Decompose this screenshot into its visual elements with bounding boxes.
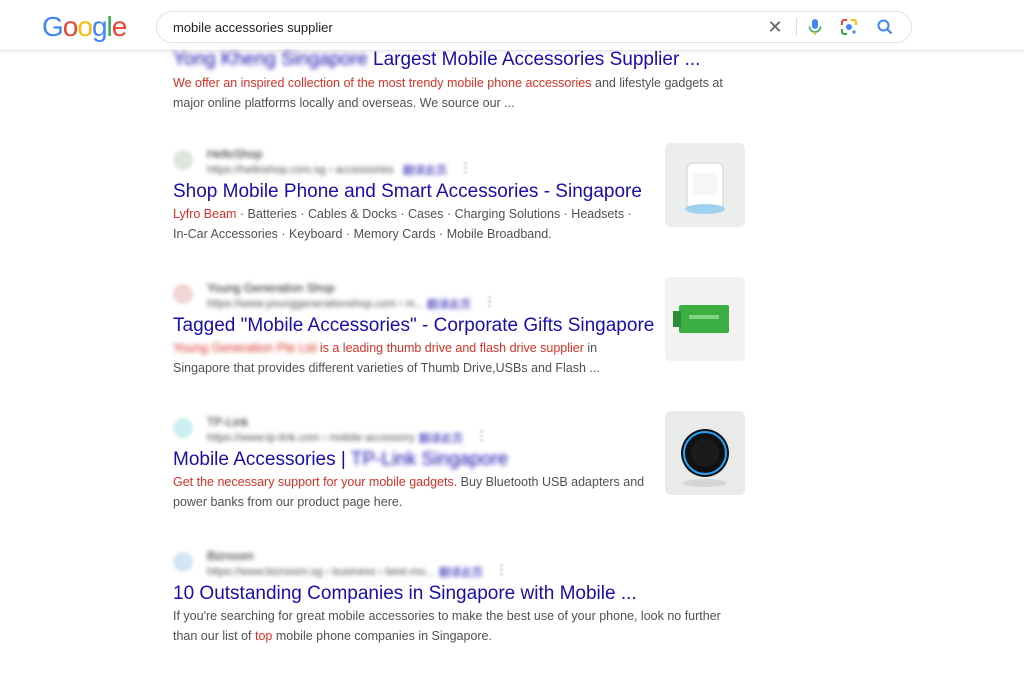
site-url: https://helloshop.com.sg › accessories (207, 164, 394, 176)
site-favicon (173, 284, 193, 304)
snippet-highlight: is a leading thumb drive and flash drive… (316, 341, 584, 355)
site-url: https://www.biznoom.sg › business › best… (207, 566, 435, 578)
search-input[interactable] (173, 18, 733, 36)
result-snippet: If you're searching for great mobile acc… (173, 606, 748, 646)
google-logo[interactable]: Google (42, 11, 127, 43)
result-snippet: Young Generation Pte Ltd is a leading th… (173, 338, 623, 378)
site-name: Young Generation Shop (207, 281, 335, 295)
site-url: https://www.younggenerationshop.com › m.… (207, 298, 425, 310)
result-thumbnail[interactable] (665, 143, 745, 227)
more-options-icon[interactable]: ⋮ (483, 294, 496, 310)
search-header: Google ✕ (0, 0, 1024, 51)
translate-link[interactable]: 翻译此页 (419, 430, 463, 446)
result-snippet: Get the necessary support for your mobil… (173, 472, 648, 512)
snippet-highlight: top (255, 629, 273, 643)
translate-link[interactable]: 翻译此页 (403, 162, 447, 178)
search-icon[interactable] (875, 17, 895, 37)
snippet-blurred: Young Generation Pte Ltd (173, 341, 317, 355)
result-thumbnail[interactable] (665, 277, 745, 361)
snippet-highlight: We offer an inspired collection of the m… (173, 76, 592, 90)
result-title-blurred: TP-Link Singapore (350, 449, 509, 470)
snippet-highlight: Get the necessary support for your mobil… (173, 475, 458, 489)
site-name: TP-Link (207, 415, 249, 429)
result-snippet: We offer an inspired collection of the m… (173, 73, 753, 113)
more-options-icon[interactable]: ⋮ (459, 160, 472, 176)
site-name: Biznoom (207, 549, 254, 563)
snippet-text: · Batteries · Cables & Docks · Cases · C… (173, 207, 632, 241)
snippet-text: mobile phone companies in Singapore. (272, 629, 492, 643)
search-box: ✕ (156, 11, 912, 43)
snippet-highlight: Lyfro Beam (173, 207, 237, 221)
site-favicon (173, 418, 193, 438)
site-url: https://www.tp-link.com › mobile-accesso… (207, 432, 415, 444)
more-options-icon[interactable]: ⋮ (475, 428, 488, 444)
close-icon[interactable]: ✕ (765, 17, 785, 37)
result-title-text: Largest Mobile Accessories Supplier ... (373, 49, 701, 70)
google-lens-icon[interactable] (839, 17, 859, 37)
result-snippet: Lyfro Beam · Batteries · Cables & Docks … (173, 204, 648, 244)
divider (796, 18, 797, 36)
result-title-link[interactable]: Yong Kheng Singapore Largest Mobile Acce… (173, 48, 753, 72)
site-favicon (173, 150, 193, 170)
search-result: Biznoom https://www.biznoom.sg › busines… (173, 548, 753, 646)
result-site-info[interactable]: Biznoom https://www.biznoom.sg › busines… (173, 548, 753, 582)
site-favicon (173, 552, 193, 572)
search-result: Yong Kheng Singapore Largest Mobile Acce… (173, 48, 753, 113)
microphone-icon[interactable] (805, 17, 825, 37)
result-title-link[interactable]: 10 Outstanding Companies in Singapore wi… (173, 582, 753, 606)
result-title-blurred: Yong Kheng Singapore (173, 49, 368, 70)
more-options-icon[interactable]: ⋮ (495, 562, 508, 578)
site-name: HelloShop (207, 147, 263, 161)
result-thumbnail[interactable] (665, 411, 745, 495)
result-title-text: Mobile Accessories | (173, 449, 351, 470)
translate-link[interactable]: 翻译此页 (427, 296, 471, 312)
translate-link[interactable]: 翻译此页 (439, 564, 483, 580)
